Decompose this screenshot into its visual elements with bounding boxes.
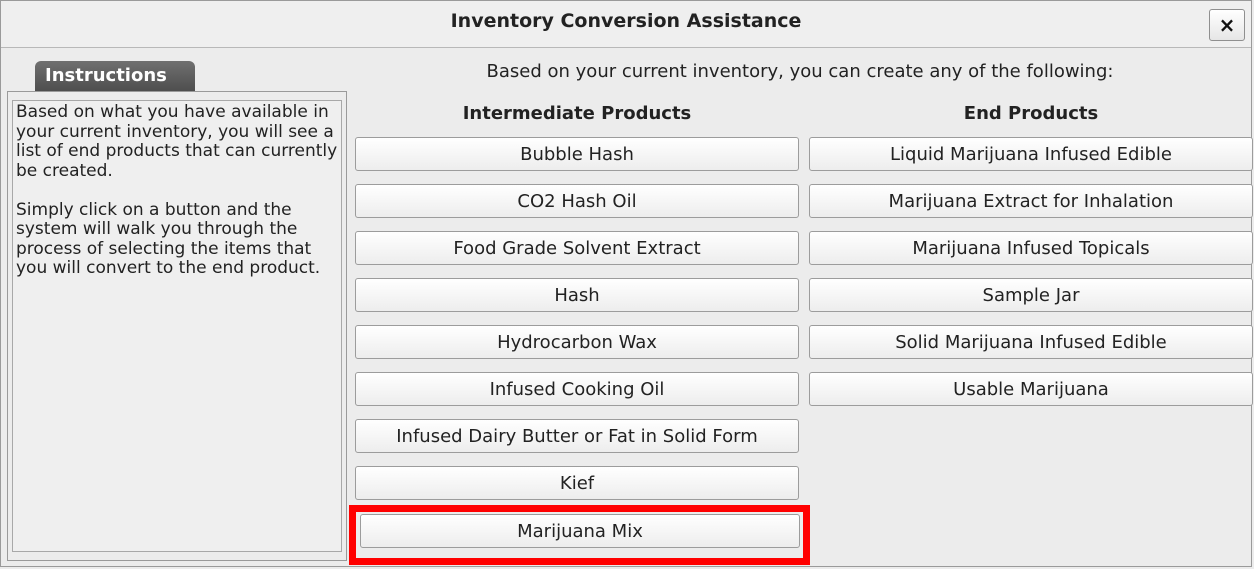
end-product-button[interactable]: Marijuana Infused Topicals [809, 231, 1253, 265]
instructions-paragraph-1: Based on what you have available in your… [16, 102, 338, 181]
end-product-button[interactable]: Solid Marijuana Infused Edible [809, 325, 1253, 359]
end-products-header: End Products [963, 103, 1099, 124]
intermediate-product-button[interactable]: Infused Cooking Oil [355, 372, 799, 406]
intermediate-product-button[interactable]: CO2 Hash Oil [355, 184, 799, 218]
instructions-text-area: Based on what you have available in your… [12, 100, 342, 552]
intermediate-product-button[interactable]: Food Grade Solvent Extract [355, 231, 799, 265]
dialog-title: Inventory Conversion Assistance [450, 10, 802, 32]
intermediate-product-button[interactable]: Kief [355, 466, 799, 500]
intro-text: Based on your current inventory, you can… [486, 61, 1114, 82]
end-product-button[interactable]: Liquid Marijuana Infused Edible [809, 137, 1253, 171]
end-product-button[interactable]: Usable Marijuana [809, 372, 1253, 406]
instructions-panel: Based on what you have available in your… [7, 91, 347, 561]
dialog-window: Inventory Conversion Assistance × Instru… [0, 0, 1253, 567]
instructions-tab: Instructions [35, 61, 195, 91]
intermediate-products-header: Intermediate Products [462, 103, 692, 124]
intermediate-product-button[interactable]: Infused Dairy Butter or Fat in Solid For… [355, 419, 799, 453]
close-icon: × [1218, 13, 1236, 37]
end-product-button[interactable]: Sample Jar [809, 278, 1253, 312]
end-product-button[interactable]: Marijuana Extract for Inhalation [809, 184, 1253, 218]
intermediate-product-button[interactable]: Bubble Hash [355, 137, 799, 171]
intermediate-product-button[interactable]: Hydrocarbon Wax [355, 325, 799, 359]
close-button[interactable]: × [1209, 9, 1245, 41]
instructions-paragraph-2: Simply click on a button and the system … [16, 199, 321, 278]
marijuana-mix-button[interactable]: Marijuana Mix [360, 514, 800, 548]
intermediate-product-button[interactable]: Hash [355, 278, 799, 312]
title-bar: Inventory Conversion Assistance × [1, 1, 1251, 48]
